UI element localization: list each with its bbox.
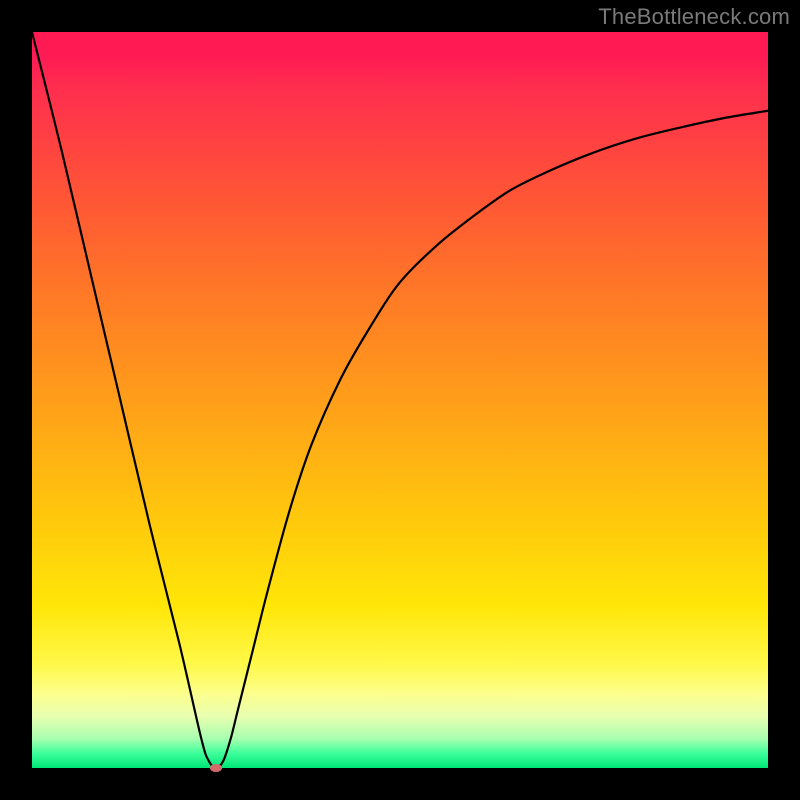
- bottleneck-curve: [32, 32, 768, 768]
- curve-layer: [32, 32, 768, 768]
- optimum-marker: [210, 764, 222, 772]
- plot-area: [32, 32, 768, 768]
- chart-frame: TheBottleneck.com: [0, 0, 800, 800]
- watermark-text: TheBottleneck.com: [598, 4, 790, 30]
